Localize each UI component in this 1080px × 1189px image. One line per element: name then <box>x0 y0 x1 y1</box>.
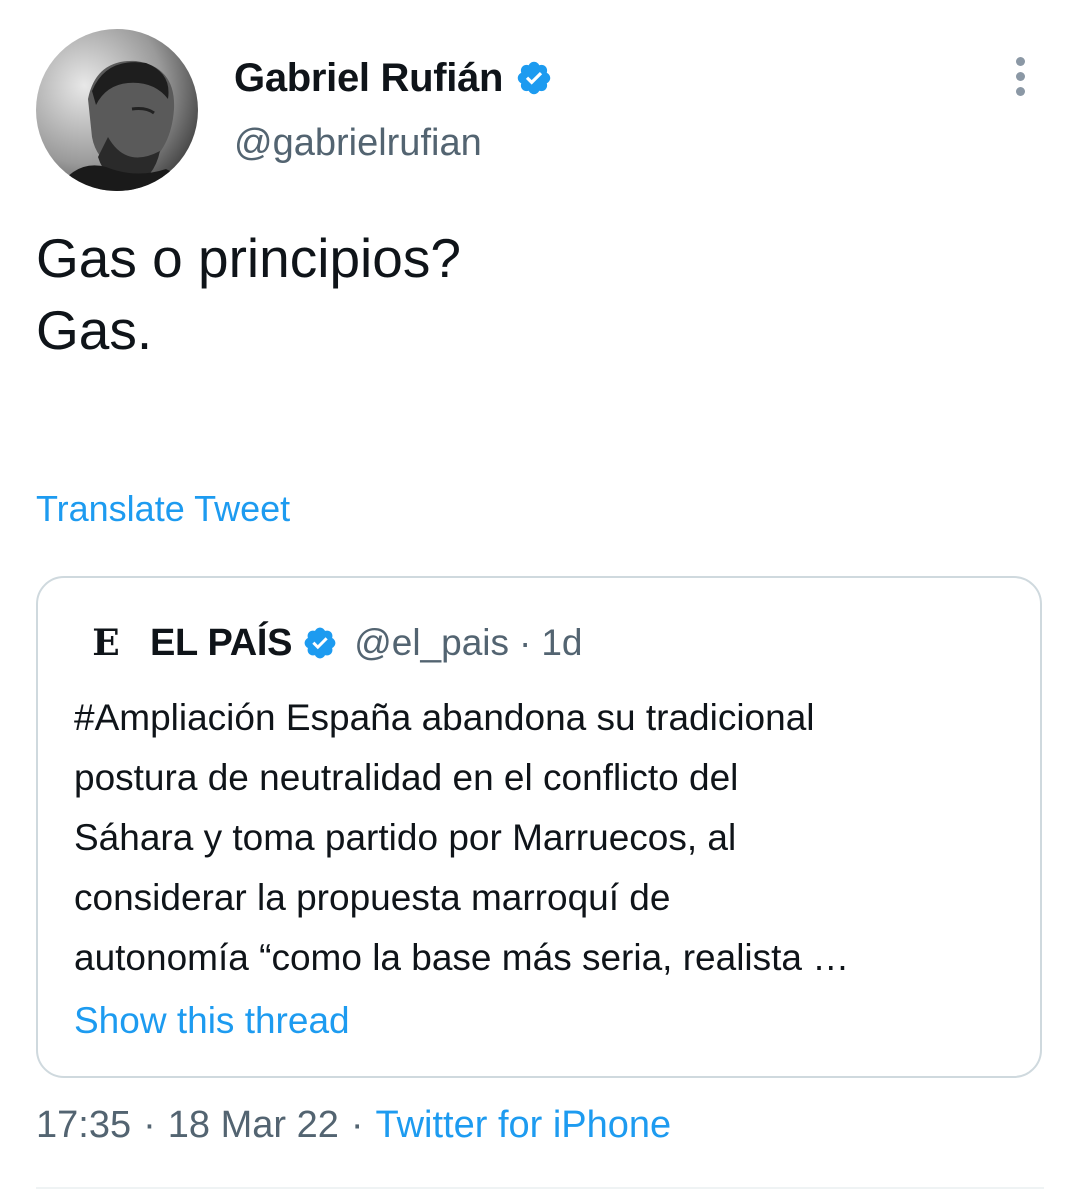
translate-tweet-link[interactable]: Translate Tweet <box>36 485 290 533</box>
quoted-tweet-header: E EL PAÍS @el_pais · 1d <box>86 618 583 668</box>
verified-badge-icon <box>517 61 551 95</box>
show-thread-link[interactable]: Show this thread <box>74 996 350 1046</box>
separator-dot: · <box>519 622 532 663</box>
tweet-time[interactable]: 17:35 <box>36 1104 131 1146</box>
tweet-meta-row: 17:35 · 18 Mar 22 · Twitter for iPhone <box>36 1100 671 1150</box>
quoted-text-line: considerar la propuesta marroquí de <box>74 877 671 918</box>
author-avatar[interactable] <box>36 29 198 191</box>
quoted-tweet-time: 1d <box>541 622 583 663</box>
more-options-button[interactable] <box>1000 52 1040 100</box>
tweet-date[interactable]: 18 Mar 22 <box>168 1104 339 1146</box>
quoted-author-handle: @el_pais <box>354 622 510 663</box>
quoted-text-line: postura de neutralidad en el conflicto d… <box>74 757 739 798</box>
author-name[interactable]: Gabriel Rufián <box>234 52 503 104</box>
tweet-text-line: Gas o principios? <box>36 227 461 289</box>
quoted-text-line: #Ampliación España abandona su tradicion… <box>74 697 815 738</box>
separator-dot: · <box>143 1104 156 1146</box>
author-handle[interactable]: @gabrielrufian <box>234 118 482 168</box>
quoted-author-name: EL PAÍS <box>150 622 293 664</box>
el-pais-logo-icon: E <box>92 622 120 664</box>
quoted-text-line: autonomía “como la base más seria, reali… <box>74 937 850 978</box>
separator-dot: · <box>350 1104 364 1146</box>
quoted-text-line: Sáhara y toma partido por Marruecos, al <box>74 817 737 858</box>
tweet-text-line: Gas. <box>36 299 153 361</box>
more-vertical-icon-dot <box>1015 71 1025 81</box>
more-vertical-icon-dot <box>1015 86 1025 96</box>
tweet-text: Gas o principios? Gas. <box>36 222 1036 366</box>
verified-badge-icon <box>304 627 336 659</box>
more-vertical-icon-dot <box>1015 56 1025 66</box>
quoted-tweet-card[interactable]: E EL PAÍS @el_pais · 1d #Ampliación Espa… <box>36 576 1042 1078</box>
avatar-photo <box>36 29 198 191</box>
author-name-row[interactable]: Gabriel Rufián <box>234 52 553 104</box>
tweet-source-link[interactable]: Twitter for iPhone <box>376 1104 672 1146</box>
quoted-tweet-text: #Ampliación España abandona su tradicion… <box>74 688 1014 988</box>
